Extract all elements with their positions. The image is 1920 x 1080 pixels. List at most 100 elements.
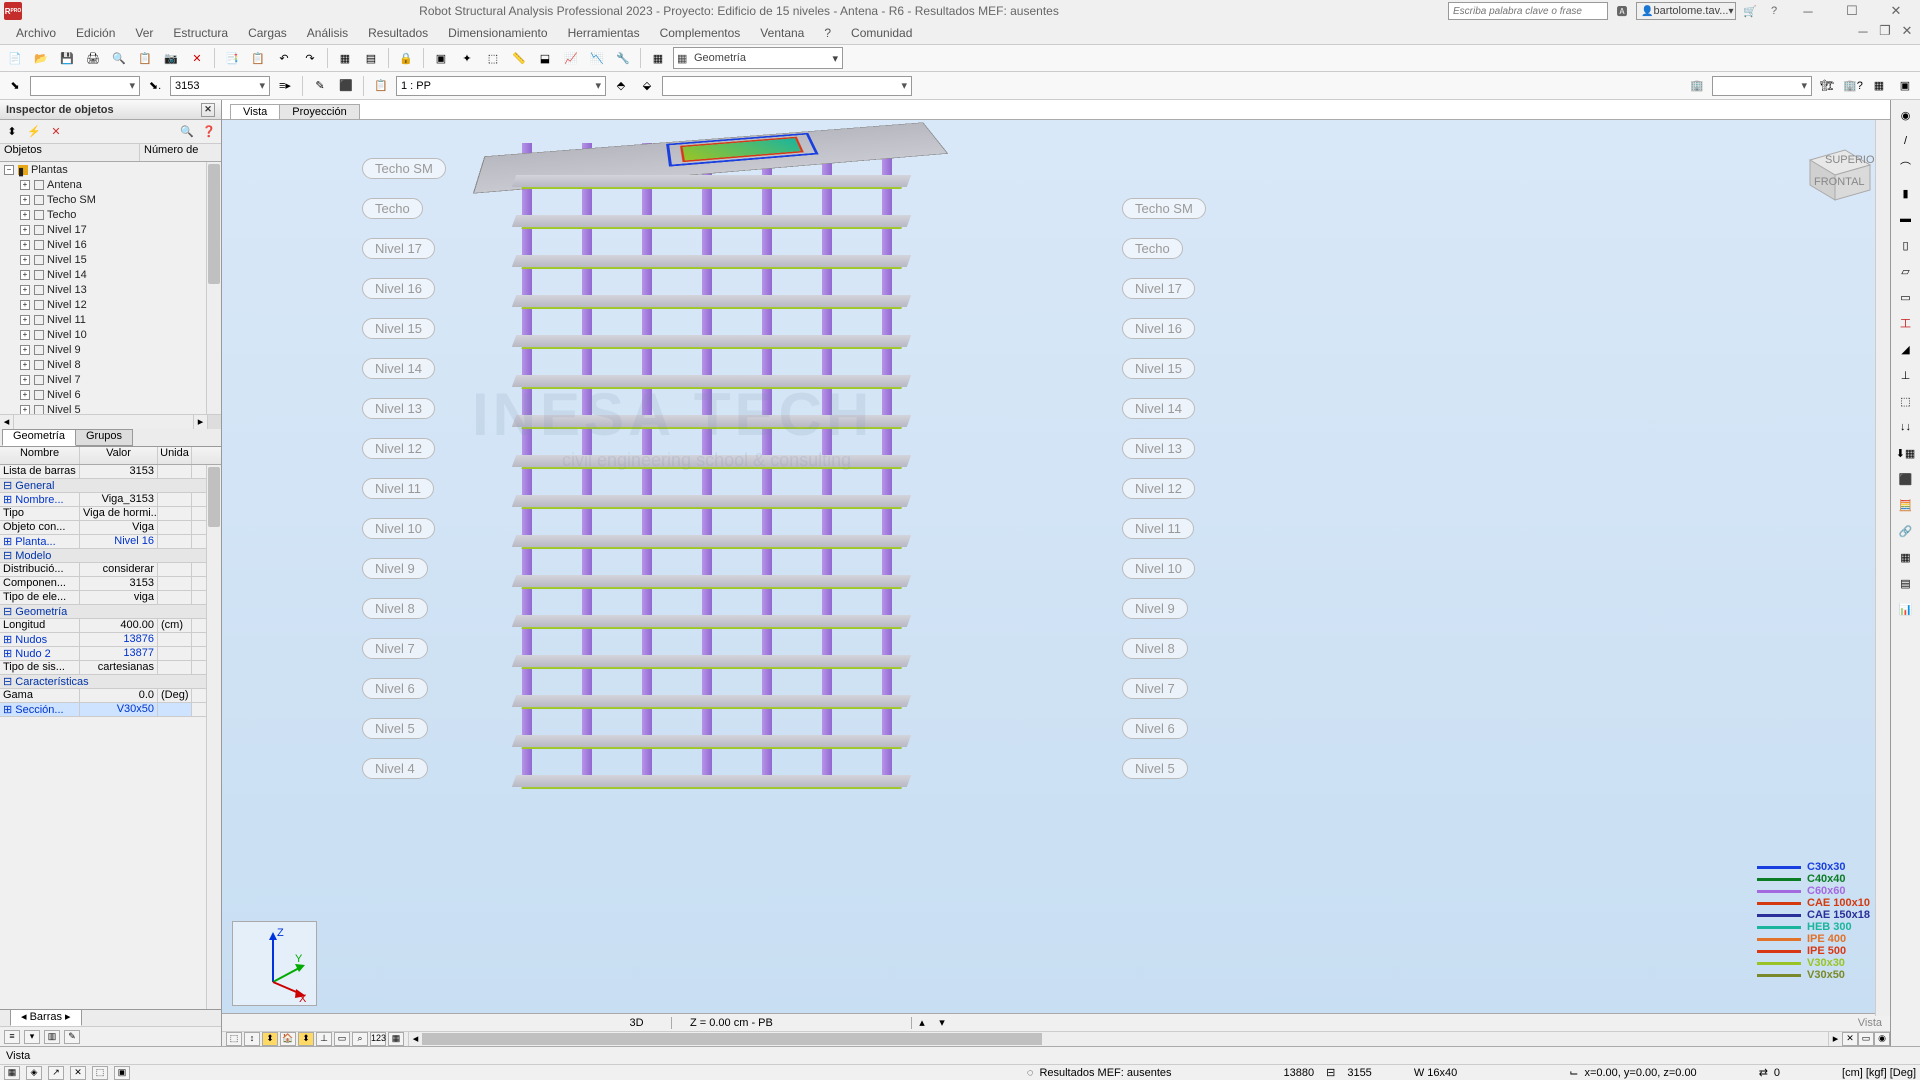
tree-hscroll[interactable]: ◂ ▸ — [0, 414, 221, 429]
tree-item[interactable]: +Nivel 11 — [0, 312, 221, 327]
level-label[interactable]: Nivel 6 — [362, 678, 428, 699]
vtb-8-icon[interactable]: ⌕ — [352, 1032, 368, 1046]
chart2-icon[interactable]: 📉 — [586, 47, 608, 69]
tree-item[interactable]: +Techo SM — [0, 192, 221, 207]
view-mode-3d[interactable]: 3D — [602, 1017, 672, 1029]
menu-resultados[interactable]: Resultados — [358, 24, 438, 42]
expand-icon[interactable]: + — [20, 390, 30, 400]
layout-manager-icon[interactable]: ▦ — [647, 47, 669, 69]
menu-herramientas[interactable]: Herramientas — [558, 24, 650, 42]
property-row[interactable]: ⊟ Modelo — [0, 549, 221, 563]
tree-item[interactable]: +Nivel 8 — [0, 357, 221, 372]
next-case-icon[interactable]: ⬙ — [636, 75, 658, 97]
page-setup-icon[interactable]: 📋 — [134, 47, 156, 69]
expand-icon[interactable]: + — [20, 270, 30, 280]
tree-item[interactable]: +Nivel 6 — [0, 387, 221, 402]
barras-b1-icon[interactable]: ≡ — [4, 1030, 20, 1044]
tree-root[interactable]: − ▮ Plantas — [0, 162, 221, 177]
tree-item[interactable]: +Nivel 16 — [0, 237, 221, 252]
delete-icon[interactable]: ✕ — [186, 47, 208, 69]
vtb-1-icon[interactable]: ⬚ — [226, 1032, 242, 1046]
r-bars-icon[interactable]: / — [1895, 130, 1917, 152]
building-model[interactable] — [522, 125, 1162, 775]
r-nodes-icon[interactable]: ◉ — [1895, 104, 1917, 126]
coord-axes-icon[interactable]: Z Y X — [232, 921, 317, 1006]
tab-proyeccion[interactable]: Proyección — [279, 104, 359, 119]
expand-icon[interactable]: + — [20, 195, 30, 205]
collapse-icon[interactable]: − — [4, 165, 14, 175]
filter-icon[interactable]: ≡▸ — [274, 75, 296, 97]
menu-análisis[interactable]: Análisis — [297, 24, 358, 42]
level-label[interactable]: Nivel 14 — [1122, 398, 1195, 419]
expand-icon[interactable]: + — [20, 405, 30, 415]
sb-5-icon[interactable]: ⬚ — [92, 1066, 108, 1080]
r-arc-icon[interactable]: ⌒ — [1895, 156, 1917, 178]
menu-edición[interactable]: Edición — [66, 24, 125, 42]
level-label[interactable]: Techo SM — [362, 158, 446, 179]
prop-vscroll[interactable] — [206, 465, 221, 1009]
level-label[interactable]: Nivel 13 — [1122, 438, 1195, 459]
expand-icon[interactable]: + — [20, 255, 30, 265]
insp-search-icon[interactable]: 🔍 — [179, 124, 195, 140]
viewport-3d[interactable]: // dynamically slabs created later by re… — [222, 120, 1890, 1031]
snap-c-icon[interactable]: 🏢? — [1842, 75, 1864, 97]
vtb-3-icon[interactable]: ⬍ — [262, 1032, 278, 1046]
menu-archivo[interactable]: Archivo — [6, 24, 66, 42]
menu-estructura[interactable]: Estructura — [163, 24, 238, 42]
tree-item[interactable]: +Techo — [0, 207, 221, 222]
insp-del-icon[interactable]: ✕ — [48, 124, 64, 140]
r-slab-icon[interactable]: ▭ — [1895, 286, 1917, 308]
viewport-vscroll[interactable] — [1875, 120, 1890, 1016]
property-row[interactable]: ⊞ Sección...V30x50 — [0, 703, 221, 717]
sections-icon[interactable]: ▣ — [430, 47, 452, 69]
hscroll-thumb[interactable] — [422, 1033, 1042, 1045]
r-mat-icon[interactable]: ◢ — [1895, 338, 1917, 360]
r-sec-icon[interactable]: 工 — [1895, 312, 1917, 334]
expand-icon[interactable]: + — [20, 210, 30, 220]
search-input[interactable] — [1448, 2, 1608, 20]
property-row[interactable]: ⊞ Nudo 213877 — [0, 647, 221, 661]
property-row[interactable]: ⊞ Planta...Nivel 16 — [0, 535, 221, 549]
expand-icon[interactable]: + — [20, 225, 30, 235]
tree-vscroll[interactable] — [206, 162, 221, 414]
maximize-button[interactable]: ☐ — [1832, 1, 1872, 21]
property-row[interactable]: TipoViga de hormi... — [0, 507, 221, 521]
tree-item[interactable]: +Nivel 12 — [0, 297, 221, 312]
print-icon[interactable]: 🖨 — [82, 47, 104, 69]
doc-min-icon[interactable]: ─ — [1854, 24, 1872, 38]
sb-6-icon[interactable]: ▣ — [114, 1066, 130, 1080]
menu-cargas[interactable]: Cargas — [238, 24, 297, 42]
vtb-10-icon[interactable]: ▦ — [388, 1032, 404, 1046]
tab-vista[interactable]: Vista — [230, 104, 280, 119]
level-label[interactable]: Nivel 11 — [1122, 518, 1194, 539]
level-label[interactable]: Nivel 17 — [362, 238, 435, 259]
level-label[interactable]: Nivel 14 — [362, 358, 435, 379]
expand-icon[interactable]: + — [20, 180, 30, 190]
level-label[interactable]: Nivel 8 — [1122, 638, 1188, 659]
chart-icon[interactable]: 📈 — [560, 47, 582, 69]
selection-combo[interactable] — [30, 76, 140, 96]
level-label[interactable]: Nivel 12 — [1122, 478, 1195, 499]
r-sup-icon[interactable]: ⊥ — [1895, 364, 1917, 386]
level-label[interactable]: Nivel 9 — [1122, 598, 1188, 619]
r-col-icon[interactable]: ▮ — [1895, 182, 1917, 204]
expand-icon[interactable]: + — [20, 315, 30, 325]
close-button[interactable]: ✕ — [1876, 1, 1916, 21]
copy-icon[interactable]: 📑 — [221, 47, 243, 69]
expand-icon[interactable]: + — [20, 345, 30, 355]
tree-item[interactable]: +Nivel 13 — [0, 282, 221, 297]
lock-icon[interactable]: 🔒 — [395, 47, 417, 69]
wrench-icon[interactable]: 🔧 — [612, 47, 634, 69]
tree-item[interactable]: +Nivel 9 — [0, 342, 221, 357]
doc-restore-icon[interactable]: ❐ — [1876, 24, 1894, 38]
zoom-window-icon[interactable]: ⬚ — [482, 47, 504, 69]
property-row[interactable]: Lista de barras3153 — [0, 465, 221, 479]
property-row[interactable]: ⊞ Nudos13876 — [0, 633, 221, 647]
tab-grupos[interactable]: Grupos — [75, 429, 133, 446]
r-wall-icon[interactable]: ▯ — [1895, 234, 1917, 256]
level-label[interactable]: Nivel 8 — [362, 598, 428, 619]
vtb-5-icon[interactable]: ⬍ — [298, 1032, 314, 1046]
vtb-9-icon[interactable]: 123 — [370, 1032, 386, 1046]
r-link-icon[interactable]: 🔗 — [1895, 520, 1917, 542]
snap-e-icon[interactable]: ▣ — [1894, 75, 1916, 97]
